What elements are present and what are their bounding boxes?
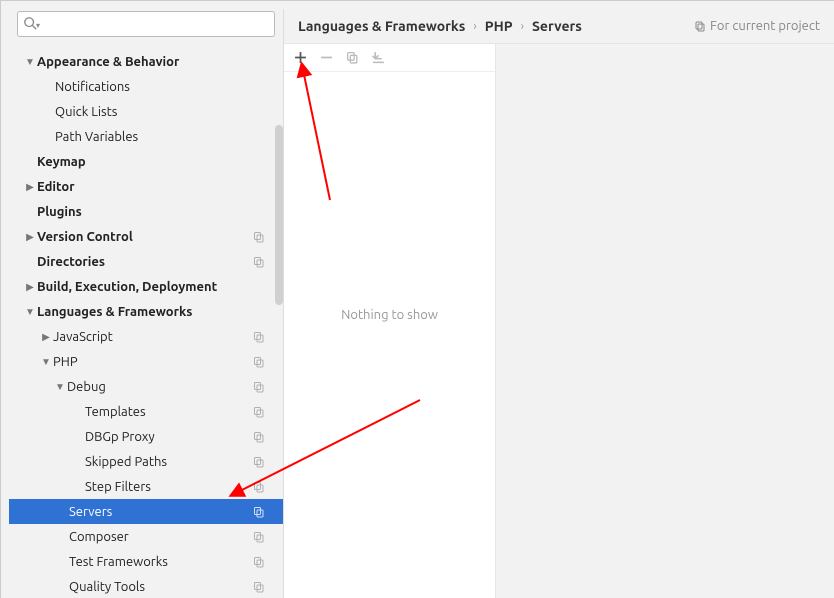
tree-item-languages-frameworks[interactable]: ▼Languages & Frameworks xyxy=(9,299,283,324)
tree-item-label: Quick Lists xyxy=(55,105,265,119)
tree-item-label: Debug xyxy=(67,380,253,394)
copy-icon xyxy=(253,231,265,243)
tree-item-quick-lists[interactable]: Quick Lists xyxy=(9,99,283,124)
copy-icon xyxy=(253,431,265,443)
tree-item-build-execution-deployment[interactable]: ▶Build, Execution, Deployment xyxy=(9,274,283,299)
tree-item-label: Step Filters xyxy=(85,480,253,494)
copy-icon xyxy=(253,481,265,493)
breadcrumb-separator-icon: › xyxy=(473,20,476,33)
tree-item-label: Build, Execution, Deployment xyxy=(37,280,265,294)
tree-item-label: Path Variables xyxy=(55,130,265,144)
tree-item-label: Languages & Frameworks xyxy=(37,305,265,319)
tree-item-label: Plugins xyxy=(37,205,265,219)
settings-tree-panel: ▾ ▼Appearance & BehaviorNotificationsQui… xyxy=(9,9,283,598)
expand-arrow-icon[interactable]: ▼ xyxy=(25,306,35,318)
search-history-dropdown-icon[interactable]: ▾ xyxy=(36,21,40,30)
expand-arrow-icon: ▶ xyxy=(25,156,35,168)
tree-item-label: Version Control xyxy=(37,230,253,244)
tree-item-templates[interactable]: Templates xyxy=(9,399,283,424)
settings-tree[interactable]: ▼Appearance & BehaviorNotificationsQuick… xyxy=(9,45,283,598)
tree-item-quality-tools[interactable]: Quality Tools xyxy=(9,574,283,598)
breadcrumb-segment[interactable]: Languages & Frameworks xyxy=(298,18,465,34)
scrollbar-thumb[interactable] xyxy=(275,125,283,305)
tree-item-directories[interactable]: ▶Directories xyxy=(9,249,283,274)
copy-icon xyxy=(253,456,265,468)
tree-item-version-control[interactable]: ▶Version Control xyxy=(9,224,283,249)
tree-item-step-filters[interactable]: Step Filters xyxy=(9,474,283,499)
tree-item-composer[interactable]: Composer xyxy=(9,524,283,549)
tree-item-notifications[interactable]: Notifications xyxy=(9,74,283,99)
expand-arrow-icon[interactable]: ▶ xyxy=(25,231,35,243)
tree-item-servers[interactable]: Servers xyxy=(9,499,283,524)
tree-item-label: Skipped Paths xyxy=(85,455,253,469)
server-detail-panel xyxy=(496,44,834,598)
tree-item-label: Keymap xyxy=(37,155,265,169)
breadcrumb: Languages & Frameworks › PHP › Servers xyxy=(298,18,688,34)
expand-arrow-icon: ▶ xyxy=(25,206,35,218)
tree-item-editor[interactable]: ▶Editor xyxy=(9,174,283,199)
expand-arrow-icon[interactable]: ▶ xyxy=(41,331,51,343)
expand-arrow-icon[interactable]: ▶ xyxy=(25,281,35,293)
tree-item-label: Servers xyxy=(69,505,253,519)
tree-item-label: Directories xyxy=(37,255,253,269)
import-button xyxy=(370,50,386,66)
breadcrumb-segment: Servers xyxy=(532,18,582,34)
tree-item-label: Test Frameworks xyxy=(69,555,253,569)
tree-item-path-variables[interactable]: Path Variables xyxy=(9,124,283,149)
copy-icon xyxy=(253,406,265,418)
copy-button xyxy=(344,50,360,66)
expand-arrow-icon[interactable]: ▶ xyxy=(25,181,35,193)
settings-content-panel: Languages & Frameworks › PHP › Servers For c… xyxy=(283,9,834,598)
tree-item-label: Composer xyxy=(69,530,253,544)
tree-item-label: JavaScript xyxy=(53,330,253,344)
tree-item-label: Editor xyxy=(37,180,265,194)
servers-list-panel: Nothing to show xyxy=(284,44,496,598)
add-button[interactable] xyxy=(292,50,308,66)
copy-icon xyxy=(694,20,706,32)
tree-item-label: PHP xyxy=(53,355,253,369)
breadcrumb-separator-icon: › xyxy=(521,20,524,33)
tree-item-appearance-behavior[interactable]: ▼Appearance & Behavior xyxy=(9,49,283,74)
breadcrumb-segment[interactable]: PHP xyxy=(485,18,513,34)
expand-arrow-icon[interactable]: ▼ xyxy=(25,56,35,68)
servers-toolbar xyxy=(284,44,495,72)
expand-arrow-icon[interactable]: ▼ xyxy=(55,381,65,393)
expand-arrow-icon[interactable]: ▼ xyxy=(41,356,51,368)
copy-icon xyxy=(253,256,265,268)
project-scope-indicator: For current project xyxy=(694,19,820,33)
copy-icon xyxy=(253,381,265,393)
tree-item-label: Notifications xyxy=(55,80,265,94)
tree-item-test-frameworks[interactable]: Test Frameworks xyxy=(9,549,283,574)
copy-icon xyxy=(253,356,265,368)
copy-icon xyxy=(253,581,265,593)
copy-icon xyxy=(253,506,265,518)
search-icon xyxy=(23,16,37,30)
expand-arrow-icon: ▶ xyxy=(25,256,35,268)
copy-icon xyxy=(253,331,265,343)
tree-item-label: Templates xyxy=(85,405,253,419)
remove-button xyxy=(318,50,334,66)
tree-item-label: Quality Tools xyxy=(69,580,253,594)
tree-item-plugins[interactable]: ▶Plugins xyxy=(9,199,283,224)
tree-item-debug[interactable]: ▼Debug xyxy=(9,374,283,399)
scope-label: For current project xyxy=(710,19,820,33)
tree-item-label: DBGp Proxy xyxy=(85,430,253,444)
copy-icon xyxy=(253,556,265,568)
tree-item-skipped-paths[interactable]: Skipped Paths xyxy=(9,449,283,474)
empty-state-text: Nothing to show xyxy=(284,72,495,598)
tree-item-keymap[interactable]: ▶Keymap xyxy=(9,149,283,174)
copy-icon xyxy=(253,531,265,543)
tree-item-php[interactable]: ▼PHP xyxy=(9,349,283,374)
tree-item-label: Appearance & Behavior xyxy=(37,55,265,69)
tree-item-javascript[interactable]: ▶JavaScript xyxy=(9,324,283,349)
tree-item-dbgp-proxy[interactable]: DBGp Proxy xyxy=(9,424,283,449)
search-input[interactable] xyxy=(17,11,275,37)
